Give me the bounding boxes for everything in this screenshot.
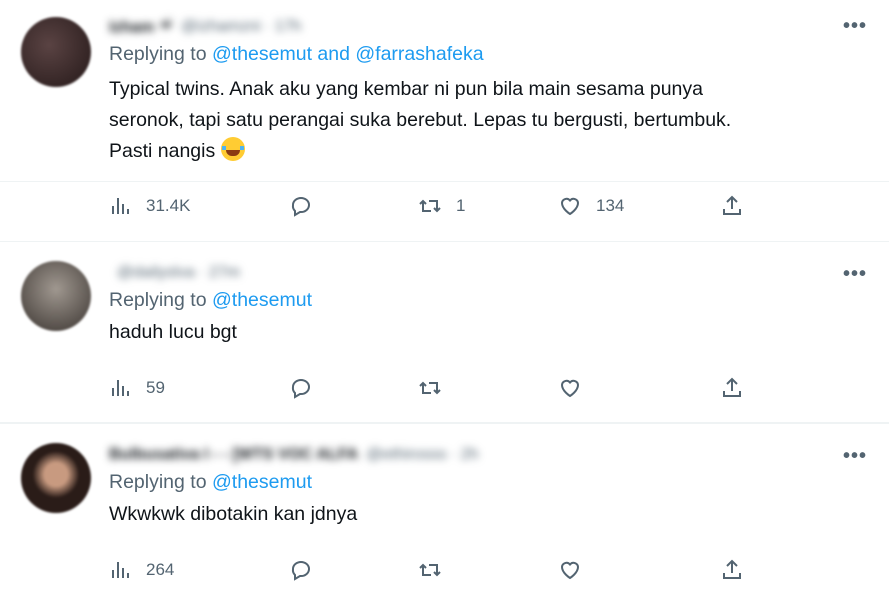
tweet-text: Typical twins. Anak aku yang kembar ni p… [109,74,859,167]
display-name[interactable]: Izham ☔ [109,17,173,37]
retweet-button[interactable] [418,376,442,400]
reply-button[interactable] [289,194,313,218]
views-button[interactable]: 31.4K [108,194,190,218]
reply-button[interactable] [289,558,313,582]
retweet-icon [419,563,441,577]
like-button[interactable] [558,558,582,582]
replying-label: Replying to [109,289,212,311]
replying-to: Replying to @thesemut and @farrashafeka [109,40,859,68]
retweet-button[interactable] [418,558,442,582]
handle-time[interactable]: @izhamzni · 17h [181,18,301,36]
like-icon [560,561,580,580]
views-count: 59 [146,378,165,397]
like-button[interactable] [558,376,582,400]
share-icon [723,195,741,215]
retweet-icon [419,381,441,395]
tweet-text: haduh lucu bgt [109,317,859,348]
replying-to: Replying to @thesemut [109,468,859,496]
share-button[interactable] [720,558,744,582]
reply-icon [291,561,310,581]
handle-time[interactable]: @ethirosss · 2h [366,446,478,464]
views-count: 264 [146,560,175,579]
tweet-line: Typical twins. Anak aku yang kembar ni p… [109,78,703,100]
tweet-2[interactable]: ••• @dailyslva · 27m Replying to @thesem… [0,241,889,423]
mention-link[interactable]: @thesemut [212,289,312,311]
reply-icon [291,197,310,217]
handle-time[interactable]: @dailyslva · 27m [117,264,240,282]
views-count: 31.4K [146,196,191,215]
joy-emoji-icon [220,137,245,161]
retweet-icon [419,199,441,213]
views-button[interactable]: 59 [108,376,165,400]
share-icon [723,559,741,579]
avatar[interactable] [21,261,91,331]
tweet-1[interactable]: ••• Izham ☔ @izhamzni · 17h Replying to … [0,0,889,217]
views-icon [112,198,129,214]
views-icon [112,562,129,578]
mention-link[interactable]: @thesemut and @farrashafeka [212,43,484,65]
tweet-line: haduh lucu bgt [109,321,237,343]
reply-icon [291,379,310,399]
replying-to: Replying to @thesemut [109,286,859,314]
replying-label: Replying to [109,471,212,493]
views-button[interactable]: 264 [108,558,174,582]
retweet-count: 1 [456,196,466,215]
like-button[interactable]: 134 [558,194,624,218]
tweet-line: Pasti nangis [109,140,216,162]
like-icon [560,379,580,398]
retweet-button[interactable]: 1 [418,194,465,218]
mention-link[interactable]: @thesemut [212,471,312,493]
share-button[interactable] [720,376,744,400]
tweet-3[interactable]: ••• Bulbusativa I - - [WTS VOC ALFA @eth… [0,423,889,605]
reply-button[interactable] [289,376,313,400]
like-icon [560,197,580,216]
share-icon [723,377,741,397]
like-count: 134 [596,196,625,215]
tweet-text: Wkwkwk dibotakin kan jdnya [109,499,859,530]
share-button[interactable] [720,194,744,218]
tweet-line: seronok, tapi satu perangai suka berebut… [109,109,732,131]
views-icon [112,380,129,396]
avatar[interactable] [21,17,91,87]
replying-label: Replying to [109,43,212,65]
display-name[interactable]: Bulbusativa I - - [WTS VOC ALFA [109,446,358,464]
tweet-line: Wkwkwk dibotakin kan jdnya [109,503,358,525]
avatar[interactable] [21,443,91,513]
